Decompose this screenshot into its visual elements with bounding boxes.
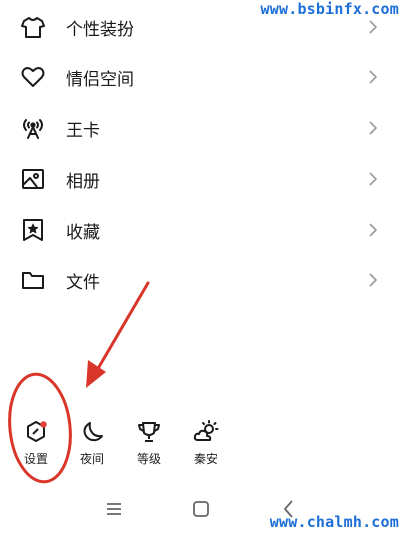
annotation-arrow-head — [86, 360, 106, 388]
level-button[interactable]: 等级 — [127, 418, 171, 467]
chevron-right-icon — [367, 272, 379, 288]
menu-item-label: 相册 — [66, 171, 100, 192]
chevron-right-icon — [367, 171, 379, 187]
menu-item-files[interactable]: 文件 — [0, 257, 405, 303]
bookmark-star-icon — [20, 217, 46, 243]
watermark-bottom: www.chalmh.com — [269, 513, 399, 531]
menu-item-label: 情侣空间 — [66, 69, 134, 90]
menu-item-label: 王卡 — [66, 120, 100, 141]
menu-item-favorites[interactable]: 收藏 — [0, 207, 405, 253]
menu-item-label: 文件 — [66, 272, 100, 293]
settings-button[interactable]: 设置 — [14, 418, 58, 467]
moon-icon — [78, 418, 106, 446]
chevron-right-icon — [367, 222, 379, 238]
notification-badge — [40, 421, 47, 428]
settings-label: 设置 — [23, 452, 48, 466]
menu-item-label: 个性装扮 — [66, 19, 134, 40]
weather-label: 秦安 — [193, 452, 218, 466]
level-label: 等级 — [136, 452, 161, 466]
chevron-right-icon — [367, 69, 379, 85]
weather-button[interactable]: 秦安 — [184, 418, 228, 467]
signal-tower-icon — [20, 115, 46, 141]
menu-lines-icon[interactable] — [103, 498, 125, 520]
menu-item-label: 收藏 — [66, 222, 100, 243]
menu-item-personalize[interactable]: 个性装扮 — [0, 4, 405, 50]
chevron-right-icon — [367, 19, 379, 35]
tshirt-icon — [20, 14, 46, 40]
trophy-icon — [135, 418, 163, 446]
night-mode-button[interactable]: 夜间 — [70, 418, 114, 467]
menu-item-album[interactable]: 相册 — [0, 156, 405, 202]
heart-icon — [20, 64, 46, 90]
photo-album-icon — [20, 166, 46, 192]
folder-icon — [20, 267, 46, 293]
settings-hexagon-icon — [22, 418, 50, 446]
chevron-right-icon — [367, 120, 379, 136]
menu-item-king-card[interactable]: 王卡 — [0, 105, 405, 151]
night-mode-label: 夜间 — [79, 452, 104, 466]
home-square-icon[interactable] — [190, 498, 212, 520]
bottom-toolbar: 设置 夜间 等级 秦安 — [0, 418, 405, 478]
weather-sun-cloud-icon — [192, 418, 220, 446]
menu-item-couple-space[interactable]: 情侣空间 — [0, 54, 405, 100]
